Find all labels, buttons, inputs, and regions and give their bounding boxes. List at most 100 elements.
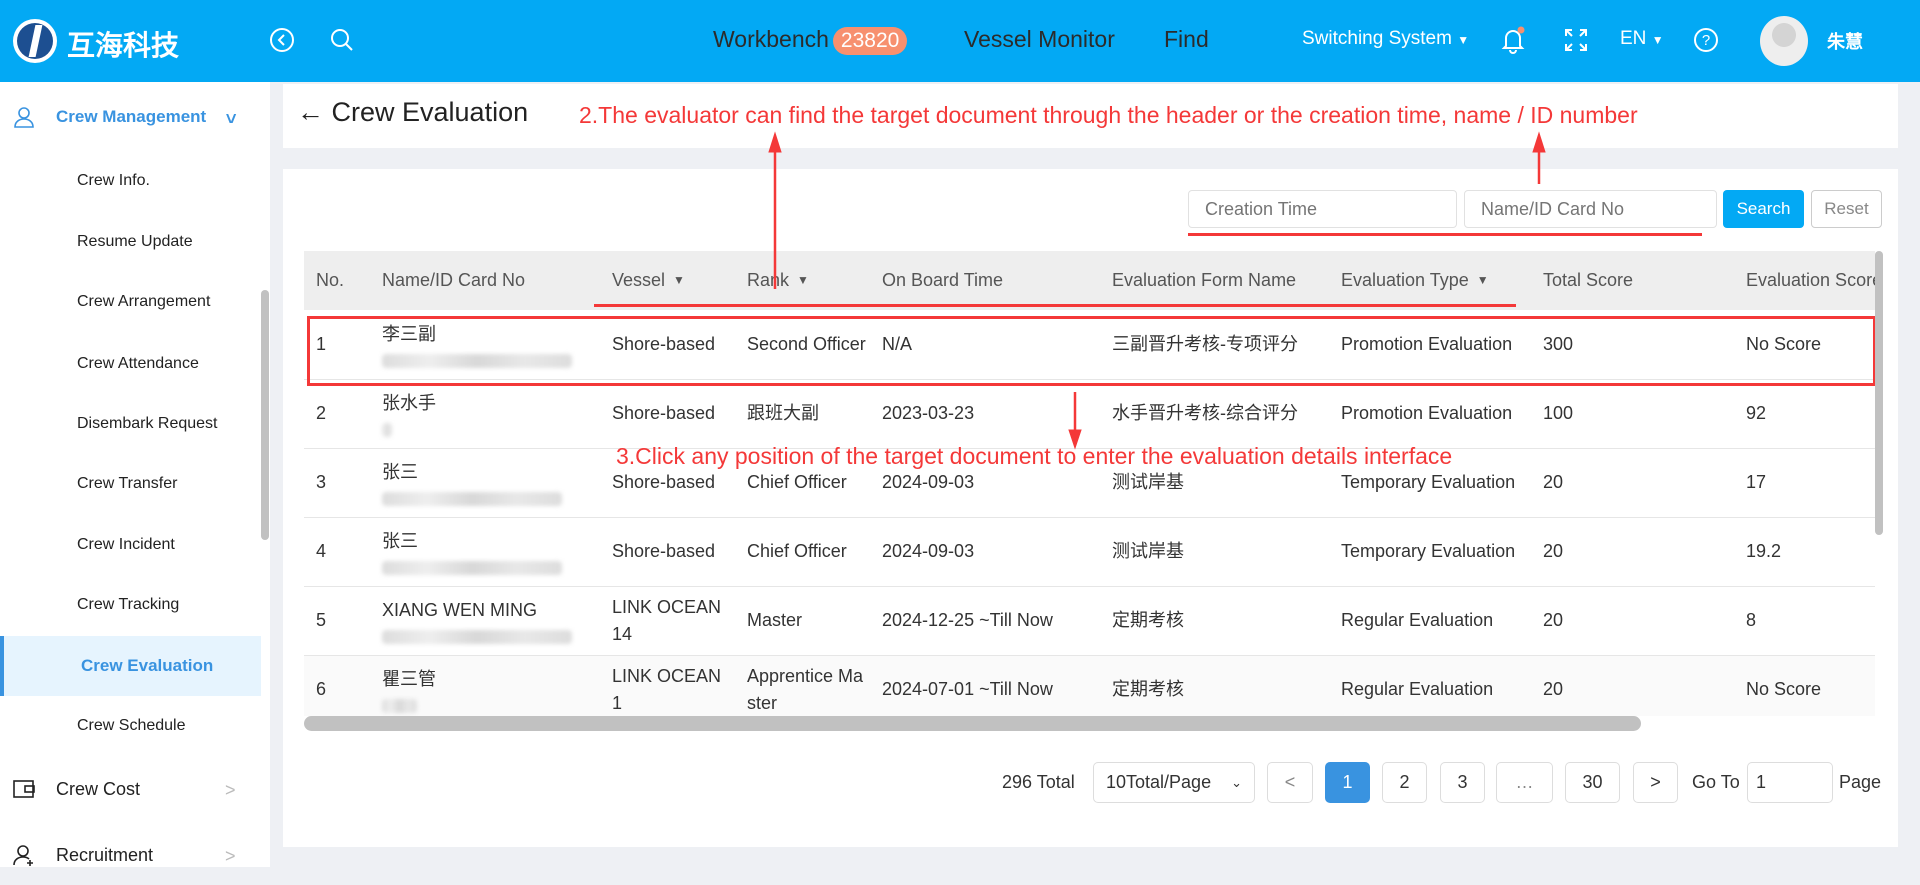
cell-evaluation-score: 19.2 bbox=[1746, 517, 1875, 587]
prev-page-button[interactable]: < bbox=[1267, 762, 1313, 803]
sidebar-item-crew-tracking[interactable]: Crew Tracking bbox=[0, 575, 261, 635]
creation-time-input[interactable] bbox=[1188, 190, 1457, 228]
sidebar-group-label: Crew Management bbox=[56, 107, 207, 126]
cell-text: 6 bbox=[316, 679, 327, 699]
sidebar-item-crew-incident[interactable]: Crew Incident bbox=[0, 515, 261, 575]
cell-evaluation-score: 8 bbox=[1746, 586, 1875, 656]
sidebar-item-resume-update[interactable]: Resume Update bbox=[0, 212, 261, 272]
cell-text: Shore-based bbox=[612, 541, 716, 561]
sidebar-group-crew-cost[interactable]: Crew Cost > bbox=[0, 759, 261, 819]
cell-form-name: 定期考核 bbox=[1112, 586, 1341, 656]
page-ellipsis-button[interactable]: … bbox=[1496, 762, 1553, 803]
cell-form-name: 测试岸基 bbox=[1112, 517, 1341, 587]
sidebar-item-crew-transfer[interactable]: Crew Transfer bbox=[0, 454, 261, 514]
search-icon[interactable] bbox=[328, 26, 356, 54]
name-id-search-input[interactable] bbox=[1464, 190, 1717, 228]
switching-system-dropdown[interactable]: Switching System ▼ bbox=[1302, 28, 1469, 50]
page-title[interactable]: ← Crew Evaluation bbox=[297, 97, 528, 128]
sidebar-group-label: Recruitment bbox=[56, 844, 154, 865]
cell-rank: Chief Officer bbox=[747, 517, 882, 587]
sidebar-scrollbar[interactable] bbox=[261, 290, 269, 540]
annotation-search-hint: 2.The evaluator can find the target docu… bbox=[579, 102, 1638, 128]
cell-text: Temporary Evaluation bbox=[1341, 472, 1516, 492]
cell-text: Apprentice Master bbox=[747, 665, 864, 713]
redacted-id-number bbox=[382, 630, 572, 644]
cell-no: 2 bbox=[304, 379, 382, 449]
logo bbox=[13, 19, 57, 63]
sidebar-group-recruitment[interactable]: Recruitment > bbox=[0, 825, 261, 885]
col-total-score: Total Score bbox=[1543, 251, 1746, 310]
search-button[interactable]: Search bbox=[1723, 190, 1804, 228]
language-dropdown[interactable]: EN ▼ bbox=[1620, 28, 1664, 50]
nav-vessel-monitor[interactable]: Vessel Monitor bbox=[964, 26, 1115, 53]
page-3-button[interactable]: 3 bbox=[1440, 762, 1485, 803]
cell-text: 100 bbox=[1543, 403, 1574, 423]
sidebar-item-crew-evaluation[interactable]: Crew Evaluation bbox=[0, 636, 261, 696]
cell-vessel: Shore-based bbox=[612, 379, 747, 449]
help-icon[interactable]: ? bbox=[1692, 26, 1720, 54]
cell-evaluation-type: Regular Evaluation bbox=[1341, 586, 1543, 656]
reset-button[interactable]: Reset bbox=[1811, 190, 1882, 228]
cell-rank: Master bbox=[747, 586, 882, 656]
caret-down-icon[interactable]: ▼ bbox=[1477, 273, 1489, 287]
sidebar-item-crew-info[interactable]: Crew Info. bbox=[0, 151, 261, 211]
chevron-right-icon: > bbox=[225, 846, 236, 866]
col-label: Evaluation Type bbox=[1341, 270, 1469, 290]
wallet-icon bbox=[13, 780, 35, 798]
back-circle-icon[interactable] bbox=[268, 26, 296, 54]
cell-total-score: 20 bbox=[1543, 655, 1746, 716]
cell-text: LINK OCEAN 14 bbox=[612, 596, 722, 644]
chevron-down-icon: > bbox=[220, 113, 241, 124]
cell-text: Temporary Evaluation bbox=[1341, 541, 1516, 561]
cell-text: Regular Evaluation bbox=[1341, 610, 1494, 630]
back-arrow-icon[interactable]: ← bbox=[297, 97, 324, 127]
cell-rank: Apprentice Master bbox=[747, 655, 882, 716]
col-rank[interactable]: Rank ▼ bbox=[747, 251, 882, 310]
nav-workbench[interactable]: Workbench 23820 bbox=[713, 26, 908, 55]
next-page-button[interactable]: > bbox=[1633, 762, 1678, 803]
cell-text: 测试岸基 bbox=[1112, 472, 1184, 492]
caret-down-icon: ▼ bbox=[1457, 33, 1470, 47]
nav-find[interactable]: Find bbox=[1164, 26, 1209, 53]
table-header-row: No. Name/ID Card No Vessel ▼ Rank ▼ On Boa… bbox=[304, 251, 1875, 310]
cell-on-board-time: 2023-03-23 bbox=[882, 379, 1112, 449]
bell-icon[interactable] bbox=[1499, 26, 1527, 54]
fullscreen-icon[interactable] bbox=[1562, 26, 1590, 54]
user-name[interactable]: 朱慧 bbox=[1827, 28, 1863, 54]
caret-down-icon[interactable]: ▼ bbox=[797, 273, 809, 287]
col-vessel[interactable]: Vessel ▼ bbox=[612, 251, 747, 310]
col-evaluation-type[interactable]: Evaluation Type ▼ bbox=[1341, 251, 1543, 310]
annotation-underline bbox=[1188, 233, 1702, 236]
page-2-button[interactable]: 2 bbox=[1382, 762, 1427, 803]
cell-no: 6 bbox=[304, 655, 382, 716]
cell-text: 20 bbox=[1543, 679, 1564, 699]
sidebar-item-disembark-request[interactable]: Disembark Request bbox=[0, 394, 261, 454]
caret-down-icon: ▼ bbox=[1651, 33, 1664, 47]
redacted-id-number bbox=[382, 699, 417, 713]
caret-down-icon[interactable]: ▼ bbox=[673, 273, 685, 287]
table-row[interactable]: 4 张三 Shore-based Chief Officer 2024-09-03 测试岸… bbox=[304, 517, 1875, 587]
sidebar-item-crew-attendance[interactable]: Crew Attendance bbox=[0, 334, 261, 394]
cell-no: 5 bbox=[304, 586, 382, 656]
table-horizontal-scrollbar[interactable] bbox=[304, 716, 1641, 731]
cell-total-score: 20 bbox=[1543, 448, 1746, 518]
page-30-button[interactable]: 30 bbox=[1565, 762, 1620, 803]
cell-text: 17 bbox=[1746, 472, 1767, 492]
table-row[interactable]: 5 XIANG WEN MING LINK OCEAN 14 Master 2024-1… bbox=[304, 586, 1875, 656]
sidebar-item-crew-schedule[interactable]: Crew Schedule bbox=[0, 696, 261, 756]
cell-total-score: 100 bbox=[1543, 379, 1746, 449]
sidebar-item-crew-arrangement[interactable]: Crew Arrangement bbox=[0, 272, 261, 332]
avatar[interactable] bbox=[1760, 16, 1808, 66]
table-row[interactable]: 6 瞿三管 LINK OCEAN 1 Apprentice Master 2024-07… bbox=[304, 655, 1875, 716]
page-size-select[interactable]: 10Total/Page ⌄ bbox=[1093, 762, 1255, 803]
switching-label: Switching System bbox=[1302, 28, 1452, 49]
page-1-button[interactable]: 1 bbox=[1325, 762, 1370, 803]
cell-text: 3 bbox=[316, 472, 327, 492]
cell-text: 测试岸基 bbox=[1112, 541, 1184, 561]
table-row[interactable]: 2 张水手 Shore-based 跟班大副 2023-03-23 水手晋升考核-综合评分… bbox=[304, 379, 1875, 449]
table-vertical-scrollbar[interactable] bbox=[1875, 251, 1883, 535]
cell-text: 瞿三管 bbox=[382, 669, 436, 689]
goto-page-input[interactable] bbox=[1747, 762, 1833, 803]
sidebar-group-crew-management[interactable]: Crew Management > bbox=[0, 87, 261, 147]
cell-text: Promotion Evaluation bbox=[1341, 403, 1513, 423]
